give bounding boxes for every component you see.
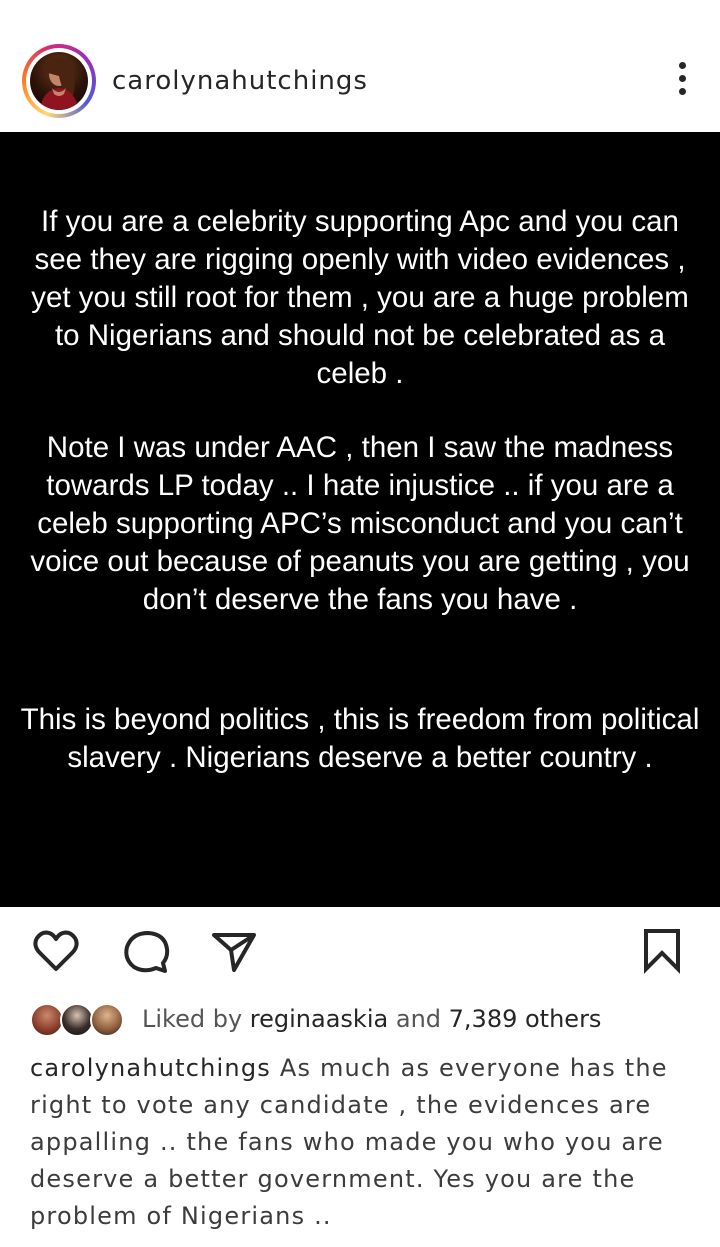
save-button[interactable] (636, 925, 688, 977)
bookmark-icon (644, 929, 680, 974)
more-vertical-icon-dot (678, 75, 686, 82)
likes-connector: and (395, 1005, 442, 1033)
post-caption: carolynahutchings As much as everyone ha… (30, 1050, 690, 1235)
action-bar (0, 925, 720, 981)
more-options-button[interactable] (672, 62, 692, 102)
liker-avatar (30, 1003, 64, 1037)
post-header: carolynahutchings (0, 28, 720, 132)
post-image-paragraph: Note I was under AAC , then I saw the ma… (30, 431, 690, 616)
liker-avatar (60, 1003, 94, 1037)
likes-prefix: Liked by (142, 1005, 243, 1033)
instagram-post-page: carolynahutchings If you are a celebrity… (0, 0, 720, 1247)
post-image-paragraph: If you are a celebrity supporting Apc an… (31, 205, 689, 390)
liked-by-username[interactable]: reginaaskia (250, 1005, 388, 1033)
more-vertical-icon-dot (678, 88, 686, 95)
more-vertical-icon (678, 62, 686, 69)
post-image[interactable]: If you are a celebrity supporting Apc an… (0, 132, 720, 907)
likes-row[interactable]: Liked by reginaaskia and 7,389 others (30, 999, 710, 1043)
avatar-photo (40, 57, 78, 110)
share-button[interactable] (208, 925, 260, 977)
post-image-paragraph: This is beyond politics , this is freedo… (20, 703, 700, 774)
avatar-border (26, 48, 92, 114)
username-link[interactable]: carolynahutchings (112, 66, 368, 96)
comment-icon (124, 931, 170, 973)
likes-count[interactable]: 7,389 others (449, 1005, 602, 1033)
likes-text: Liked by reginaaskia and 7,389 others (142, 1005, 601, 1033)
heart-icon (33, 930, 79, 971)
send-icon (212, 933, 256, 972)
avatar[interactable] (30, 52, 88, 110)
like-button[interactable] (30, 925, 82, 977)
story-ring[interactable] (22, 44, 96, 118)
comment-button[interactable] (120, 925, 172, 977)
caption-username[interactable]: carolynahutchings (30, 1054, 271, 1082)
liker-avatar (90, 1003, 124, 1037)
